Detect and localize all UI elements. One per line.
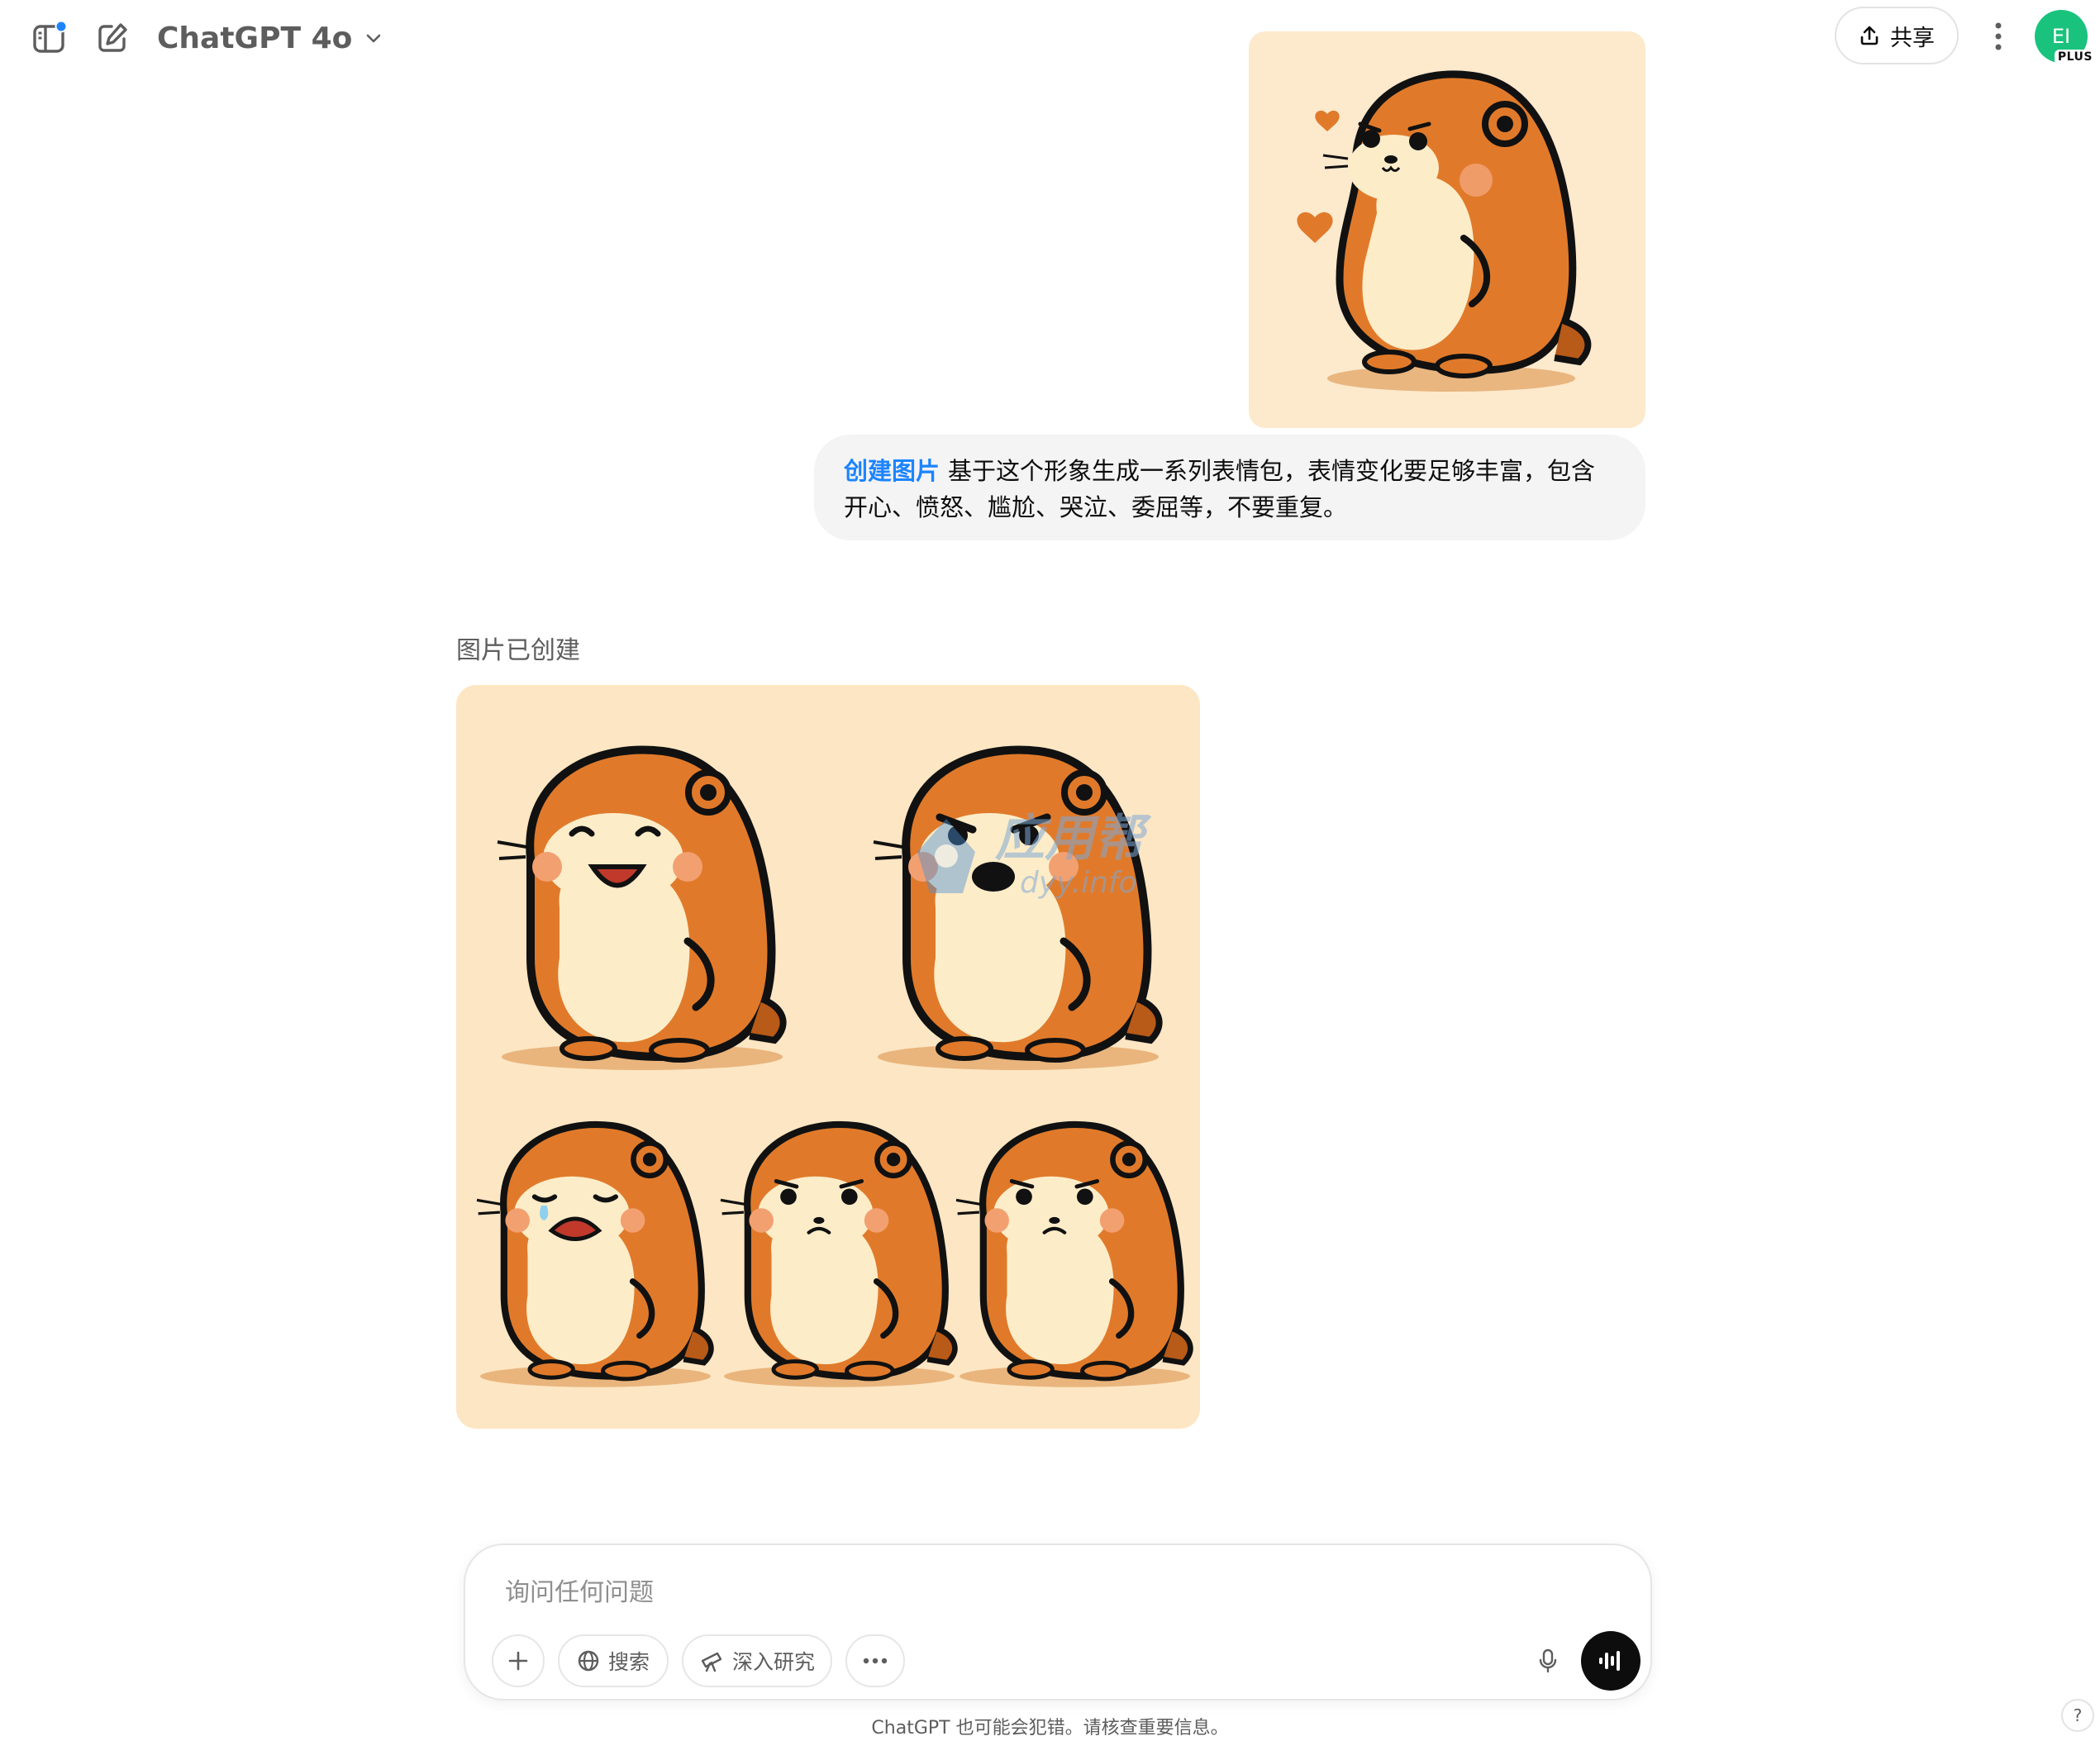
- user-avatar[interactable]: EI PLUS: [2035, 10, 2096, 64]
- share-button[interactable]: 共享: [1835, 7, 1959, 64]
- create-image-tool-tag[interactable]: 创建图片: [844, 457, 940, 485]
- voice-waveform-icon: [1599, 1651, 1620, 1671]
- conversation-options-button[interactable]: [1975, 13, 2021, 59]
- vertical-ellipsis-icon: [1995, 22, 2002, 50]
- more-tools-button[interactable]: [845, 1634, 905, 1687]
- watermark-logo-icon: [917, 819, 975, 893]
- ellipsis-icon: [863, 1658, 888, 1664]
- plus-badge: PLUS: [2054, 50, 2096, 64]
- model-selector[interactable]: ChatGPT 4o: [157, 13, 383, 63]
- image-created-status: 图片已创建: [456, 636, 580, 665]
- otter-sticker-wronged: [955, 1120, 1193, 1387]
- telescope-icon: [701, 1652, 722, 1672]
- uploaded-otter-image[interactable]: [1249, 31, 1645, 428]
- notification-dot: [55, 20, 68, 33]
- help-label: ?: [2073, 1705, 2083, 1725]
- chat-page: ChatGPT 4o 共享 EI PLUS 创建图片 基于这个形象生成一系列表情…: [0, 0, 2100, 1741]
- edit-pencil-icon: [98, 23, 127, 52]
- deep-research-label: 深入研究: [731, 1650, 815, 1674]
- otter-character-image: [1297, 70, 1592, 392]
- search-button[interactable]: 搜索: [558, 1634, 669, 1687]
- user-message-bubble: 创建图片 基于这个形象生成一系列表情包，表情变化要足够丰富，包含开心、愤怒、尴尬、…: [814, 435, 1645, 540]
- microphone-icon: [1539, 1648, 1557, 1673]
- sidebar-toggle-button[interactable]: [28, 17, 71, 59]
- avatar-initials: EI: [2051, 25, 2071, 48]
- generated-sticker-image[interactable]: [456, 685, 1200, 1429]
- new-chat-button[interactable]: [91, 17, 134, 59]
- globe-icon: [578, 1650, 599, 1672]
- share-upload-icon: [1860, 26, 1879, 45]
- voice-mode-button[interactable]: [1581, 1631, 1640, 1691]
- search-label: 搜索: [607, 1650, 650, 1674]
- deep-research-button[interactable]: 深入研究: [682, 1634, 832, 1687]
- otter-sticker-sheet-image: [476, 745, 1193, 1387]
- disclaimer-text: ChatGPT 也可能会犯错。请核查重要信息。: [871, 1718, 1229, 1739]
- message-composer: 搜索 深入研究: [464, 1544, 1652, 1701]
- otter-sticker-awkward: [720, 1120, 958, 1387]
- sidebar-toggle-icon: [33, 20, 68, 53]
- otter-sticker-angry: [873, 745, 1163, 1070]
- attach-button[interactable]: [492, 1634, 545, 1687]
- chevron-down-icon: [367, 34, 381, 43]
- model-name: ChatGPT 4o: [157, 21, 353, 55]
- plus-icon: [508, 1651, 528, 1671]
- watermark-main-text: 应用帮: [995, 810, 1144, 868]
- prompt-input[interactable]: [505, 1572, 1579, 1613]
- user-message-text: 基于这个形象生成一系列表情包，表情变化要足够丰富，包含开心、愤怒、尴尬、哭泣、委…: [844, 457, 1596, 521]
- share-label: 共享: [1890, 25, 1935, 51]
- help-button[interactable]: ?: [2061, 1699, 2094, 1732]
- watermark-sub-text: dyy.info: [1020, 866, 1137, 900]
- dictate-button[interactable]: [1521, 1634, 1574, 1687]
- otter-sticker-crying: [476, 1120, 714, 1387]
- watermark: 应用帮 dyy.info: [909, 814, 1144, 898]
- otter-sticker-happy: [497, 745, 787, 1070]
